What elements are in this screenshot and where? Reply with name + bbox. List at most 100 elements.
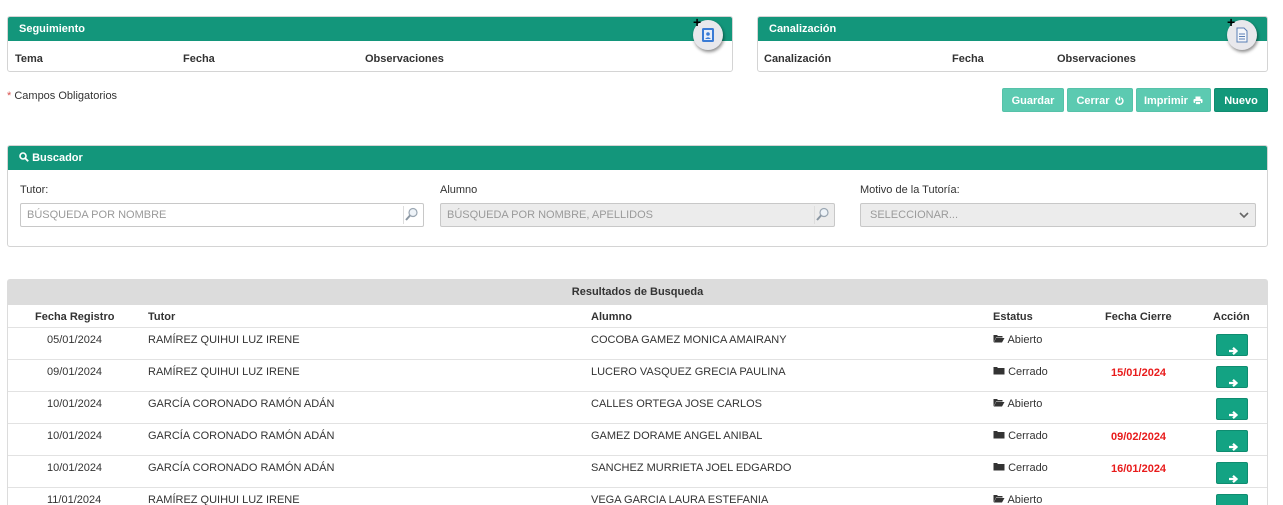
guardar-label: Guardar — [1011, 95, 1055, 107]
seguimiento-title: Seguimiento — [19, 23, 86, 35]
table-row: 09/01/2024 RAMÍREZ QUIHUI LUZ IRENE LUCERO… — [8, 359, 1267, 391]
status-text: Cerrado — [1008, 462, 1048, 474]
cell-estatus: Abierto — [993, 398, 1042, 410]
seguimiento-panel: Seguimiento + Tema Fecha Observaciones — [7, 14, 733, 72]
cell-fecha-registro: 09/01/2024 — [47, 366, 103, 378]
plus-icon: + — [1227, 14, 1236, 30]
cell-alumno: CALLES ORTEGA JOSE CARLOS — [591, 398, 762, 410]
cell-fecha-registro: 05/01/2024 — [47, 334, 103, 346]
motivo-label: Motivo de la Tutoría: — [860, 184, 960, 196]
alumno-placeholder: BÚSQUEDA POR NOMBRE, APELLIDOS — [447, 209, 654, 221]
folder-open-icon — [993, 398, 1005, 410]
cell-tutor: RAMÍREZ QUIHUI LUZ IRENE — [148, 494, 300, 505]
imprimir-label: Imprimir — [1143, 95, 1188, 107]
folder-open-icon — [993, 494, 1005, 505]
seguimiento-columns: Tema Fecha Observaciones — [8, 41, 732, 72]
header-accion: Acción — [1213, 311, 1250, 323]
cell-alumno: VEGA GARCIA LAURA ESTEFANIA — [591, 494, 769, 505]
cell-estatus: Abierto — [993, 494, 1042, 505]
cell-estatus: Cerrado — [993, 430, 1048, 442]
header-fecha-cierre: Fecha Cierre — [1105, 311, 1172, 323]
open-record-button[interactable] — [1216, 430, 1248, 452]
status-text: Abierto — [1007, 398, 1043, 410]
open-record-button[interactable] — [1216, 462, 1248, 484]
folder-icon — [993, 462, 1005, 474]
seguimiento-header: Seguimiento — [8, 17, 732, 41]
tutor-placeholder: BÚSQUEDA POR NOMBRE — [27, 209, 167, 221]
status-text: Abierto — [1007, 494, 1043, 505]
required-fields-note: * Campos Obligatorios — [7, 90, 117, 102]
cell-fecha-cierre: 09/02/2024 — [1111, 431, 1167, 443]
power-icon — [1114, 96, 1124, 106]
imprimir-button[interactable]: Imprimir — [1136, 88, 1211, 112]
open-record-button[interactable] — [1216, 398, 1248, 420]
motivo-select[interactable]: SELECCIONAR... — [860, 203, 1256, 227]
guardar-button[interactable]: Guardar — [1002, 88, 1064, 112]
search-icon — [19, 152, 29, 162]
cerrar-label: Cerrar — [1076, 95, 1110, 107]
magnifier-icon[interactable] — [814, 206, 832, 224]
alumno-search-input[interactable]: BÚSQUEDA POR NOMBRE, APELLIDOS — [440, 203, 835, 227]
status-text: Abierto — [1007, 334, 1043, 346]
canalizacion-header: Canalización — [758, 17, 1267, 41]
required-note-text: Campos Obligatorios — [14, 90, 118, 102]
folder-icon — [993, 366, 1005, 378]
status-text: Cerrado — [1008, 366, 1048, 378]
cell-tutor: RAMÍREZ QUIHUI LUZ IRENE — [148, 334, 300, 346]
table-row: 10/01/2024 GARCÍA CORONADO RAMÓN ADÁN SANC… — [8, 455, 1267, 487]
cell-fecha-registro: 11/01/2024 — [47, 494, 102, 505]
chevron-down-icon — [1239, 212, 1249, 219]
cell-tutor: RAMÍREZ QUIHUI LUZ IRENE — [148, 366, 300, 378]
table-row: 10/01/2024 GARCÍA CORONADO RAMÓN ADÁN GAME… — [8, 423, 1267, 455]
table-row: 11/01/2024 RAMÍREZ QUIHUI LUZ IRENE VEGA G… — [8, 487, 1267, 505]
cell-tutor: GARCÍA CORONADO RAMÓN ADÁN — [148, 398, 335, 410]
canalizacion-columns: Canalización Fecha Observaciones — [758, 41, 1267, 72]
tutor-search-input[interactable]: BÚSQUEDA POR NOMBRE — [20, 203, 424, 227]
folder-icon — [993, 430, 1005, 442]
buscador-panel: Buscador Tutor: BÚSQUEDA POR NOMBRE Alum… — [7, 145, 1268, 247]
results-panel: Resultados de Busqueda Fecha Registro Tu… — [7, 279, 1268, 505]
nuevo-button[interactable]: Nuevo — [1214, 88, 1268, 112]
cell-tutor: GARCÍA CORONADO RAMÓN ADÁN — [148, 462, 335, 474]
cell-alumno: COCOBA GAMEZ MONICA AMAIRANY — [591, 334, 787, 346]
status-text: Cerrado — [1008, 430, 1048, 442]
column-tema: Tema — [15, 53, 43, 65]
folder-open-icon — [993, 334, 1005, 346]
table-row: 05/01/2024 RAMÍREZ QUIHUI LUZ IRENE COCOBA… — [8, 327, 1267, 359]
cell-alumno: LUCERO VASQUEZ GRECIA PAULINA — [591, 366, 786, 378]
open-record-button[interactable] — [1216, 334, 1248, 356]
print-icon — [1193, 96, 1203, 105]
cell-estatus: Abierto — [993, 334, 1042, 346]
column-observaciones: Observaciones — [365, 53, 444, 65]
column-fecha: Fecha — [183, 53, 215, 65]
cerrar-button[interactable]: Cerrar — [1067, 88, 1133, 112]
required-asterisk: * — [7, 90, 12, 102]
header-alumno: Alumno — [591, 311, 632, 323]
magnifier-icon[interactable] — [403, 206, 421, 224]
results-title: Resultados de Busqueda — [8, 280, 1267, 305]
column-observaciones: Observaciones — [1057, 53, 1136, 65]
motivo-selected-value: SELECCIONAR... — [870, 209, 959, 221]
canalizacion-panel: Canalización + Canalización Fecha Observ… — [757, 14, 1268, 72]
nuevo-label: Nuevo — [1224, 95, 1258, 107]
open-record-button[interactable] — [1216, 494, 1248, 505]
table-row: 10/01/2024 GARCÍA CORONADO RAMÓN ADÁN CALL… — [8, 391, 1267, 423]
cell-fecha-registro: 10/01/2024 — [47, 462, 103, 474]
cell-estatus: Cerrado — [993, 462, 1048, 474]
column-canalizacion: Canalización — [764, 53, 832, 65]
column-fecha: Fecha — [952, 53, 984, 65]
buscador-title: Buscador — [32, 152, 83, 164]
open-record-button[interactable] — [1216, 366, 1248, 388]
cell-fecha-registro: 10/01/2024 — [47, 430, 103, 442]
canalizacion-title: Canalización — [769, 23, 837, 35]
header-tutor: Tutor — [148, 311, 176, 323]
cell-fecha-cierre: 16/01/2024 — [1111, 463, 1167, 475]
header-fecha-registro: Fecha Registro — [35, 311, 115, 323]
plus-icon: + — [693, 14, 702, 30]
cell-estatus: Cerrado — [993, 366, 1048, 378]
cell-alumno: GAMEZ DORAME ANGEL ANIBAL — [591, 430, 763, 442]
cell-fecha-cierre: 15/01/2024 — [1111, 367, 1167, 379]
cell-tutor: GARCÍA CORONADO RAMÓN ADÁN — [148, 430, 335, 442]
header-estatus: Estatus — [993, 311, 1033, 323]
cell-alumno: SANCHEZ MURRIETA JOEL EDGARDO — [591, 462, 792, 474]
